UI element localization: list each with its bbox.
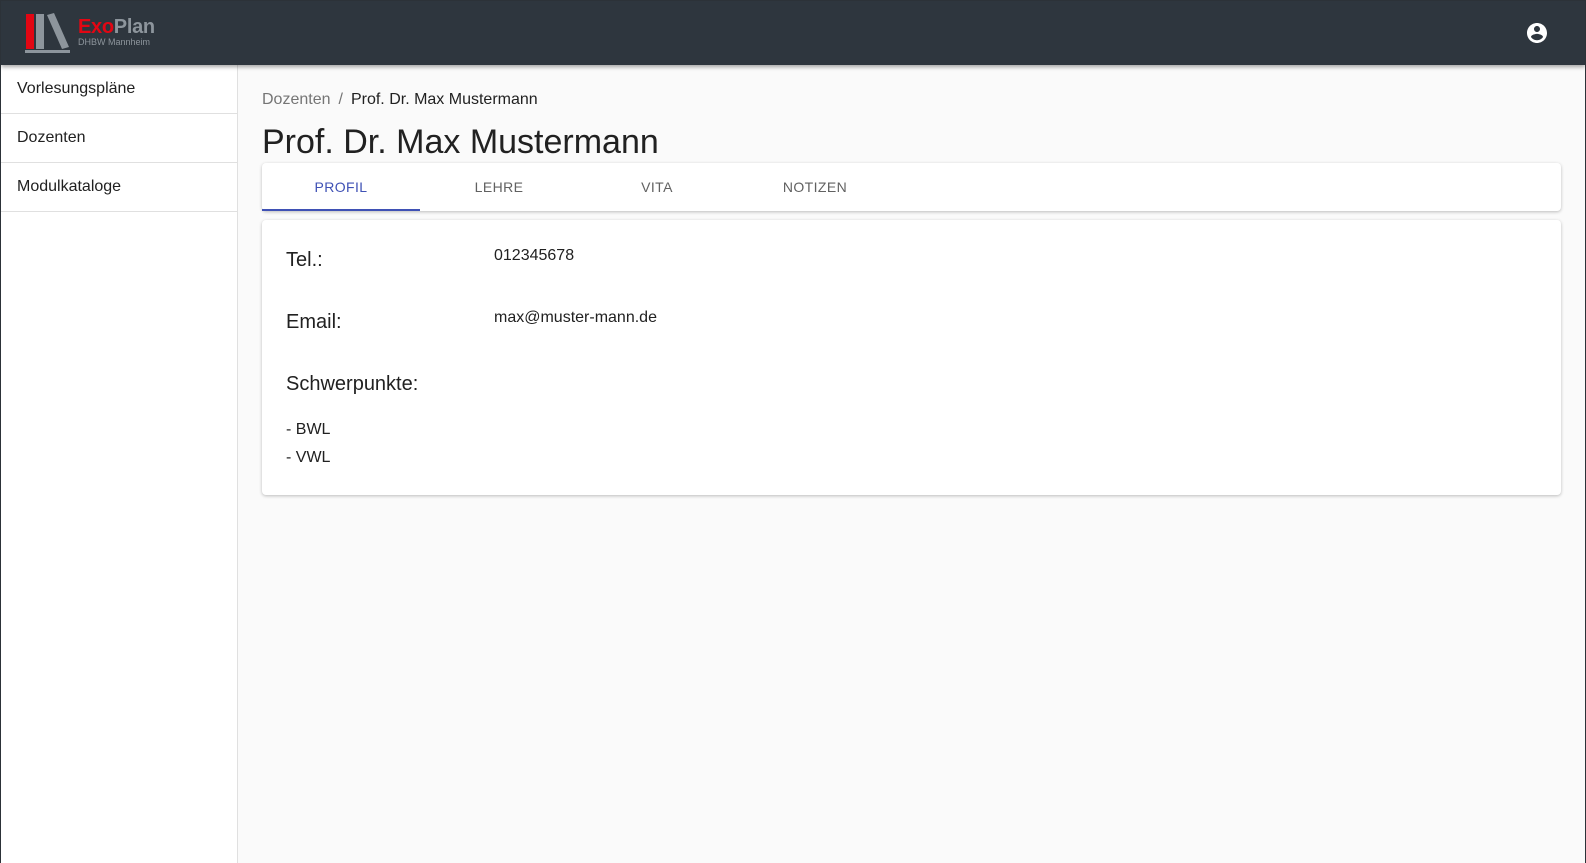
breadcrumb-separator: / bbox=[338, 91, 343, 108]
schwerpunkte-label: Schwerpunkte: bbox=[286, 373, 419, 395]
logo-name: ExoPlan bbox=[78, 16, 155, 38]
account-button[interactable] bbox=[1521, 17, 1553, 49]
schwerpunkt-item-vwl: - VWL bbox=[286, 449, 331, 466]
sidebar-item-dozenten[interactable]: Dozenten bbox=[1, 114, 237, 163]
breadcrumb-parent-link[interactable]: Dozenten bbox=[262, 91, 331, 108]
logo-name-part1: Exo bbox=[78, 16, 114, 38]
schwerpunkt-item-bwl: - BWL bbox=[286, 421, 331, 438]
email-label: Email: bbox=[286, 311, 342, 333]
tel-value: 012345678 bbox=[494, 247, 575, 264]
sidebar-item-modulkataloge[interactable]: Modulkataloge bbox=[1, 163, 237, 212]
app-window: ExoPlan DHBW Mannheim Vorlesungspläne Do… bbox=[1, 1, 1585, 863]
email-value: max@muster-mann.de bbox=[494, 309, 657, 326]
app-bar: ExoPlan DHBW Mannheim bbox=[1, 1, 1585, 65]
tab-notizen[interactable]: NOTIZEN bbox=[736, 163, 894, 211]
exoplan-logo[interactable]: ExoPlan DHBW Mannheim bbox=[25, 11, 165, 55]
books-logo-icon bbox=[25, 13, 70, 53]
sidebar-item-vorlesungsplaene[interactable]: Vorlesungspläne bbox=[1, 65, 237, 114]
logo-subtitle: DHBW Mannheim bbox=[78, 37, 151, 47]
tel-label: Tel.: bbox=[286, 249, 323, 271]
logo-name-part2: Plan bbox=[113, 16, 155, 38]
tab-profil[interactable]: PROFIL bbox=[262, 163, 420, 211]
profile-card: Tel.: 012345678 Email: max@muster-mann.d… bbox=[262, 220, 1561, 495]
tab-lehre[interactable]: LEHRE bbox=[420, 163, 578, 211]
tab-bar: PROFIL LEHRE VITA NOTIZEN bbox=[262, 163, 1561, 211]
logo-text: ExoPlan DHBW Mannheim bbox=[78, 16, 155, 47]
breadcrumb-current: Prof. Dr. Max Mustermann bbox=[350, 91, 538, 108]
sidebar: Vorlesungspläne Dozenten Modulkataloge bbox=[1, 65, 238, 863]
tab-vita[interactable]: VITA bbox=[578, 163, 736, 211]
breadcrumb: Dozenten / Prof. Dr. Max Mustermann bbox=[262, 91, 538, 109]
page-title: Prof. Dr. Max Mustermann bbox=[262, 123, 659, 161]
account-circle-icon bbox=[1527, 23, 1547, 43]
